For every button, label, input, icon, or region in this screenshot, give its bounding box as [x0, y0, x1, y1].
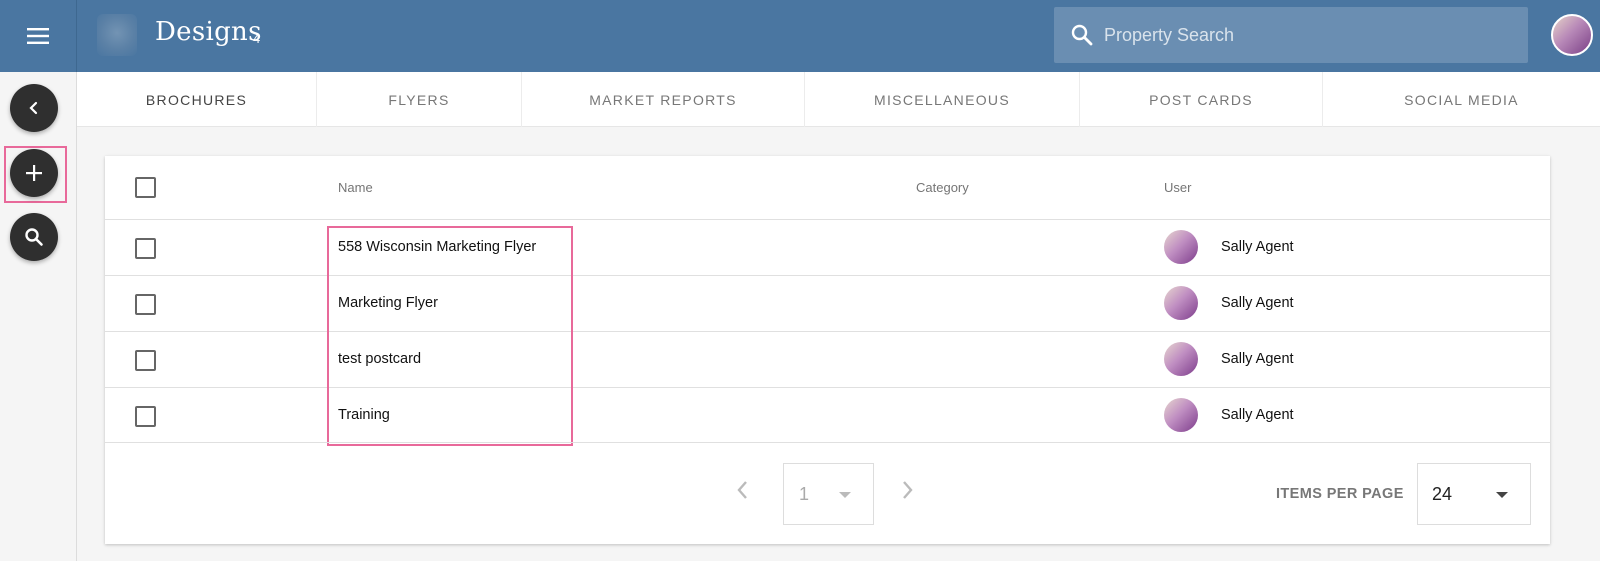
chevron-right-icon: [903, 481, 913, 499]
user-name: Sally Agent: [1221, 295, 1294, 311]
user-name: Sally Agent: [1221, 351, 1294, 367]
design-name[interactable]: Marketing Flyer: [338, 295, 438, 311]
designs-table: Name Category User 558 Wisconsin Marketi…: [105, 156, 1550, 544]
search-icon: [1071, 24, 1093, 46]
company-logo: [97, 14, 137, 56]
tab-flyers[interactable]: FLYERS: [317, 72, 522, 127]
tab-miscellaneous[interactable]: MISCELLANEOUS: [805, 72, 1080, 127]
add-design-button[interactable]: [10, 149, 58, 197]
column-header-user[interactable]: User: [1164, 180, 1191, 195]
user-avatar: [1164, 398, 1198, 432]
tab-social-media[interactable]: SOCIAL MEDIA: [1323, 72, 1600, 127]
row-checkbox[interactable]: [135, 238, 156, 259]
user-avatar: [1164, 342, 1198, 376]
chevron-left-icon: [737, 481, 747, 499]
table-row[interactable]: Marketing Flyer Sally Agent: [105, 275, 1550, 331]
caret-down-icon: [839, 492, 851, 498]
table-footer: 1 ITEMS PER PAGE 24: [105, 442, 1550, 544]
design-name[interactable]: Training: [338, 407, 390, 423]
property-search-input[interactable]: [1104, 24, 1504, 46]
user-avatar[interactable]: [1551, 14, 1593, 56]
back-button[interactable]: [10, 84, 58, 132]
design-count: 4: [253, 31, 261, 46]
table-row[interactable]: 558 Wisconsin Marketing Flyer Sally Agen…: [105, 219, 1550, 275]
category-tabs: BROCHURES FLYERS MARKET REPORTS MISCELLA…: [77, 72, 1600, 127]
menu-button[interactable]: [0, 0, 77, 72]
page-title: Designs: [155, 17, 262, 47]
search-icon: [25, 228, 43, 246]
current-page: 1: [799, 483, 810, 504]
tab-brochures[interactable]: BROCHURES: [77, 72, 317, 127]
page-select[interactable]: 1: [783, 463, 874, 525]
app-header: Designs 4: [77, 0, 1600, 72]
user-name: Sally Agent: [1221, 239, 1294, 255]
table-row[interactable]: Training Sally Agent: [105, 387, 1550, 443]
hamburger-menu-icon: [27, 28, 49, 44]
table-row[interactable]: test postcard Sally Agent: [105, 331, 1550, 387]
items-per-page-select[interactable]: 24: [1417, 463, 1531, 525]
row-checkbox[interactable]: [135, 406, 156, 427]
next-page-button[interactable]: [899, 479, 915, 506]
column-header-name[interactable]: Name: [338, 180, 373, 195]
tab-market-reports[interactable]: MARKET REPORTS: [522, 72, 805, 127]
row-checkbox[interactable]: [135, 294, 156, 315]
user-name: Sally Agent: [1221, 407, 1294, 423]
search-button[interactable]: [10, 213, 58, 261]
left-rail: [0, 0, 77, 561]
chevron-left-icon: [29, 101, 38, 115]
design-name[interactable]: 558 Wisconsin Marketing Flyer: [338, 239, 536, 255]
design-name[interactable]: test postcard: [338, 351, 421, 367]
row-checkbox[interactable]: [135, 350, 156, 371]
column-header-category[interactable]: Category: [916, 180, 969, 195]
user-avatar: [1164, 286, 1198, 320]
plus-icon: [26, 165, 42, 181]
items-per-page-value: 24: [1432, 483, 1453, 504]
tab-post-cards[interactable]: POST CARDS: [1080, 72, 1323, 127]
property-search[interactable]: [1054, 7, 1528, 63]
items-per-page-label: ITEMS PER PAGE: [1276, 486, 1404, 502]
user-avatar: [1164, 230, 1198, 264]
previous-page-button[interactable]: [735, 479, 751, 506]
caret-down-icon: [1496, 492, 1508, 498]
select-all-checkbox[interactable]: [135, 177, 156, 198]
